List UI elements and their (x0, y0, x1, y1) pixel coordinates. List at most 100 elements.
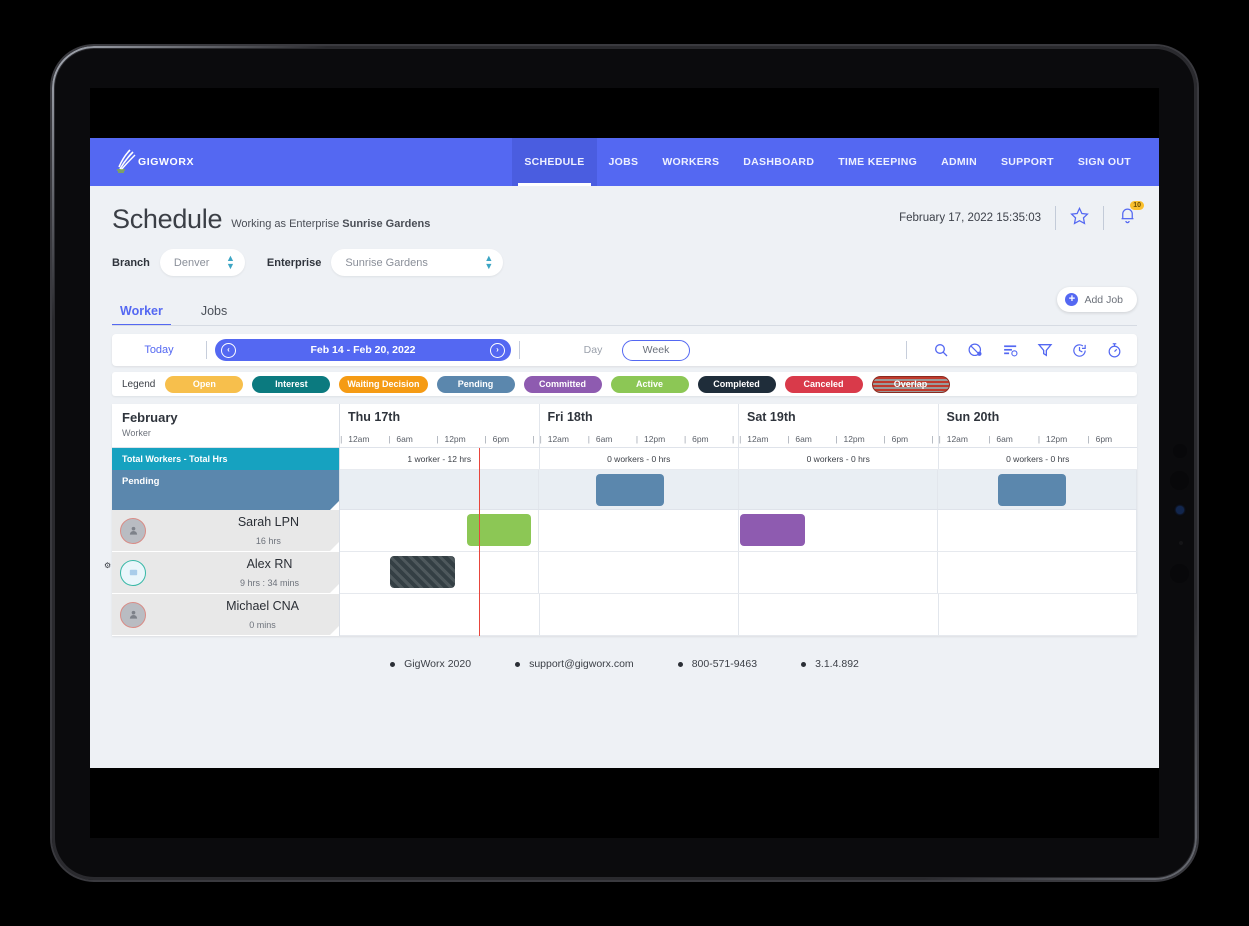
tick-6pm: | 6pm (683, 434, 709, 444)
bullet-icon (801, 661, 807, 667)
legend-chip-committed[interactable]: Committed (523, 375, 602, 393)
nav-item-support[interactable]: SUPPORT (989, 138, 1066, 186)
tick-12pm: | 12pm (436, 434, 466, 444)
enterprise-select-value: Sunrise Gardens (345, 256, 428, 269)
timeline-row-michael[interactable] (340, 594, 1137, 636)
footer-item-phone[interactable]: 800-571-9463 (677, 658, 757, 670)
day-total-fri: 0 workers - 0 hrs (540, 448, 739, 469)
nav-item-workers[interactable]: WORKERS (650, 138, 731, 186)
timeline-row-sarah[interactable] (340, 510, 1137, 552)
worker-row-michael[interactable]: Michael CNA 0 mins (112, 594, 339, 636)
footer-item-copyright: GigWorx 2020 (390, 658, 471, 670)
legend-chip-overlap[interactable]: Overlap (871, 375, 950, 393)
filter-icon[interactable] (1037, 342, 1053, 358)
grid-cell (540, 594, 739, 635)
add-job-button[interactable]: + Add Job (1057, 287, 1137, 312)
working-as-prefix: Working as Enterprise (231, 218, 340, 230)
grid-cell (739, 470, 938, 509)
day-column-thu: Thu 17th | 12am | 6am | 12pm | 6pm | (340, 404, 540, 447)
favorite-star-icon[interactable] (1070, 206, 1089, 230)
enterprise-select[interactable]: Sunrise Gardens ▲ ▼ (331, 249, 504, 276)
nav-item-time-keeping[interactable]: TIME KEEPING (826, 138, 929, 186)
grid-cell (739, 594, 939, 635)
device-button-top (1173, 444, 1187, 458)
schedule-worker-column: February Worker Total Workers - Total Hr… (104, 404, 340, 636)
pending-timeline-row[interactable] (340, 470, 1137, 510)
worker-name: Alex RN (246, 556, 293, 571)
time-ticks: | 12am | 6am | 12pm | 6pm | (739, 434, 938, 444)
view-switch: Day Week (564, 339, 690, 361)
legend-chip-waiting-decision[interactable]: Waiting Decision (339, 375, 428, 393)
brand-name: GIGWORX (138, 156, 195, 168)
view-day-button[interactable]: Day (564, 344, 622, 356)
footer-item-email[interactable]: support@gigworx.com (515, 658, 634, 670)
search-icon[interactable] (933, 342, 949, 358)
toolbar-icons (898, 341, 1129, 359)
tick-12am: | 12am (938, 434, 968, 444)
grid-cell (539, 552, 739, 593)
tick-6pm: | 6pm (883, 434, 909, 444)
worker-row-sarah[interactable]: Sarah LPN 16 hrs (112, 510, 339, 552)
next-period-icon[interactable]: › (490, 342, 505, 358)
schedule-block-alex-completed[interactable] (390, 556, 455, 588)
stopwatch-icon[interactable] (1106, 342, 1123, 359)
previous-period-icon[interactable]: ‹ (221, 342, 236, 358)
device-button-volume-up (1170, 471, 1189, 490)
date-range-navigator[interactable]: ‹ Feb 14 - Feb 20, 2022 › (215, 339, 511, 361)
branch-label: Branch (112, 256, 150, 269)
day-column-sun: Sun 20th | 12am | 6am | 12pm | 6pm (939, 404, 1138, 447)
top-navigation-bar: GIGWORX SCHEDULE JOBS WORKERS DASHBOARD … (90, 138, 1159, 186)
avatar (120, 517, 146, 544)
timeline-row-alex[interactable] (340, 552, 1137, 594)
page-header: Schedule Working as Enterprise Sunrise G… (90, 186, 1159, 235)
no-show-icon[interactable] (967, 342, 984, 359)
worker-hours: 0 mins (249, 619, 276, 630)
nav-item-dashboard[interactable]: DASHBOARD (731, 138, 826, 186)
time-ticks: | 12am | 6am | 12pm | 6pm | (540, 434, 739, 444)
nav-item-admin[interactable]: ADMIN (929, 138, 989, 186)
view-week-button[interactable]: Week (622, 339, 690, 361)
resize-corner-icon[interactable] (330, 584, 339, 593)
schedule-block-sarah-committed[interactable] (740, 514, 805, 546)
enterprise-label: Enterprise (266, 256, 322, 269)
notifications-bell-icon[interactable]: 10 (1118, 201, 1144, 230)
legend-chip-completed[interactable]: Completed (697, 375, 776, 393)
time-ticks: | 12am | 6am | 12pm | 6pm | (340, 434, 539, 444)
resize-corner-icon[interactable] (330, 542, 339, 551)
legend-chip-interest[interactable]: Interest (252, 375, 331, 393)
worker-row-alex[interactable]: ⚙ Alex RN 9 hrs : 34 mins (104, 552, 339, 594)
divider (1103, 206, 1104, 230)
today-button[interactable]: Today (120, 344, 198, 356)
brand-logo[interactable]: GIGWORX (90, 138, 512, 186)
clock-refresh-icon[interactable] (1071, 342, 1088, 359)
tab-worker[interactable]: Worker (112, 304, 171, 326)
worker-hours: 16 hrs (255, 535, 281, 546)
working-as-label: Working as Enterprise Sunrise Gardens (231, 218, 430, 230)
day-label: Sun 20th (946, 410, 1000, 424)
legend-chip-open[interactable]: Open (165, 375, 244, 393)
branch-select[interactable]: Denver ▲ ▼ (159, 249, 245, 276)
legend-chip-canceled[interactable]: Canceled (784, 375, 863, 393)
tab-jobs[interactable]: Jobs (193, 304, 235, 326)
day-label: Thu 17th (348, 410, 401, 424)
legend-label: Legend (122, 378, 156, 390)
schedule-block-sarah-active[interactable] (466, 514, 532, 546)
pending-label-text: Pending (122, 476, 160, 487)
footer-text: 3.1.4.892 (815, 658, 859, 670)
device-button-volume-down (1170, 564, 1189, 583)
tablet-device-frame: GIGWORX SCHEDULE JOBS WORKERS DASHBOARD … (52, 46, 1197, 880)
schedule-block-pending-2[interactable] (997, 474, 1067, 506)
nav-item-sign-out[interactable]: SIGN OUT (1066, 138, 1143, 186)
grid-cell (739, 552, 938, 593)
resize-corner-icon[interactable] (330, 626, 339, 635)
worker-info: Alex RN 9 hrs : 34 mins (240, 555, 299, 591)
sort-list-icon[interactable] (1002, 342, 1019, 359)
nav-item-jobs[interactable]: JOBS (597, 138, 651, 186)
schedule-block-pending-1[interactable] (595, 474, 665, 506)
pending-row-label[interactable]: Pending (112, 470, 339, 510)
legend-chip-active[interactable]: Active (610, 375, 689, 393)
legend-chip-pending[interactable]: Pending (436, 375, 515, 393)
current-timestamp: February 17, 2022 15:35:03 (899, 212, 1041, 224)
resize-corner-icon[interactable] (330, 501, 339, 510)
nav-item-schedule[interactable]: SCHEDULE (512, 138, 597, 186)
